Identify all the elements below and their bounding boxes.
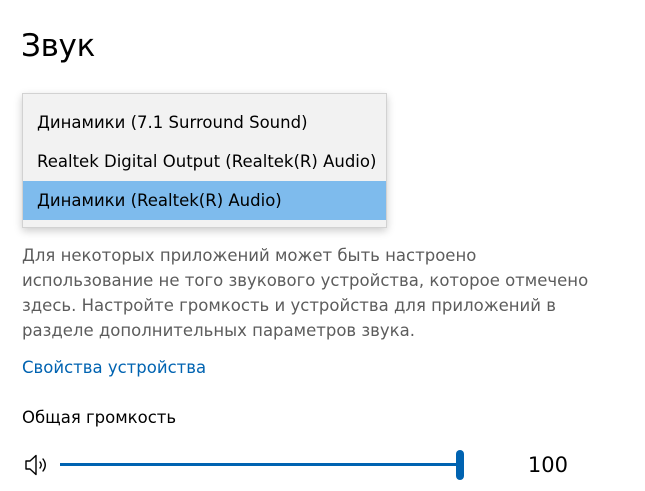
page-title: Звук	[21, 28, 96, 64]
slider-fill	[60, 463, 460, 466]
device-properties-link[interactable]: Свойства устройства	[22, 356, 206, 380]
hint-line: разделе дополнительных параметров звука.	[22, 321, 415, 340]
master-volume-slider[interactable]	[58, 447, 470, 483]
dropdown-option-realtek-speakers[interactable]: Динамики (Realtek(R) Audio)	[23, 181, 386, 220]
slider-thumb[interactable]	[456, 450, 464, 480]
output-device-dropdown-list: Динамики (7.1 Surround Sound) Realtek Di…	[22, 93, 387, 228]
hint-line: Для некоторых приложений может быть наст…	[22, 246, 477, 265]
master-volume-label: Общая громкость	[22, 408, 177, 427]
dropdown-option-surround[interactable]: Динамики (7.1 Surround Sound)	[23, 103, 386, 142]
hint-line: использование не того звукового устройст…	[22, 271, 589, 290]
dropdown-option-digital-output[interactable]: Realtek Digital Output (Realtek(R) Audio…	[23, 142, 386, 181]
hint-line: здесь. Настройте громкость и устройства …	[22, 296, 556, 315]
app-device-hint-text: Для некоторых приложений может быть наст…	[22, 243, 622, 343]
master-volume-value: 100	[527, 453, 568, 477]
speaker-icon[interactable]	[24, 453, 52, 477]
